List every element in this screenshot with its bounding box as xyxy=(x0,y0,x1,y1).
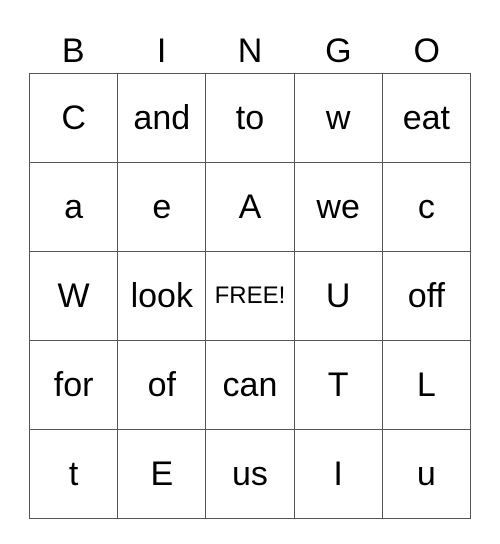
board-row: for of can T L xyxy=(28,340,472,430)
bingo-cell[interactable]: U xyxy=(293,251,383,341)
bingo-cell[interactable]: of xyxy=(117,340,207,430)
bingo-cell[interactable]: off xyxy=(381,251,472,341)
bingo-cell[interactable]: c xyxy=(381,162,472,252)
bingo-cell[interactable]: t xyxy=(28,429,119,519)
bingo-cell[interactable]: I xyxy=(293,429,383,519)
header-letter-n: N xyxy=(237,32,263,70)
bingo-cell[interactable]: C xyxy=(28,73,119,163)
bingo-cell[interactable]: e xyxy=(117,162,207,252)
bingo-cell[interactable]: u xyxy=(381,429,472,519)
bingo-cell[interactable]: look xyxy=(117,251,207,341)
bingo-cell[interactable]: L xyxy=(381,340,472,430)
bingo-cell[interactable]: can xyxy=(205,340,295,430)
bingo-cell[interactable]: a xyxy=(28,162,119,252)
bingo-cell[interactable]: W xyxy=(28,251,119,341)
header-letter-i: I xyxy=(156,32,167,70)
board-row: a e A we c xyxy=(28,162,472,252)
board-row: C and to w eat xyxy=(28,73,472,163)
bingo-cell[interactable]: us xyxy=(205,429,295,519)
bingo-cell[interactable]: A xyxy=(205,162,295,252)
bingo-cell[interactable]: eat xyxy=(381,73,472,163)
bingo-cell[interactable]: for xyxy=(28,340,119,430)
bingo-cell[interactable]: and xyxy=(117,73,207,163)
header-letter-b: B xyxy=(61,32,85,70)
header-letter-o: O xyxy=(413,32,440,70)
free-space-cell[interactable]: FREE! xyxy=(205,251,295,341)
bingo-cell[interactable]: w xyxy=(293,73,383,163)
bingo-header: B I N G O xyxy=(29,30,471,72)
bingo-cell[interactable]: E xyxy=(117,429,207,519)
board-row: W look FREE! U off xyxy=(28,251,472,341)
bingo-cell[interactable]: T xyxy=(293,340,383,430)
bingo-board: C and to w eat a e A we c W look FREE! U… xyxy=(28,73,472,519)
bingo-cell[interactable]: we xyxy=(293,162,383,252)
header-letter-g: G xyxy=(325,32,352,70)
board-row: t E us I u xyxy=(28,429,472,519)
bingo-cell[interactable]: to xyxy=(205,73,295,163)
